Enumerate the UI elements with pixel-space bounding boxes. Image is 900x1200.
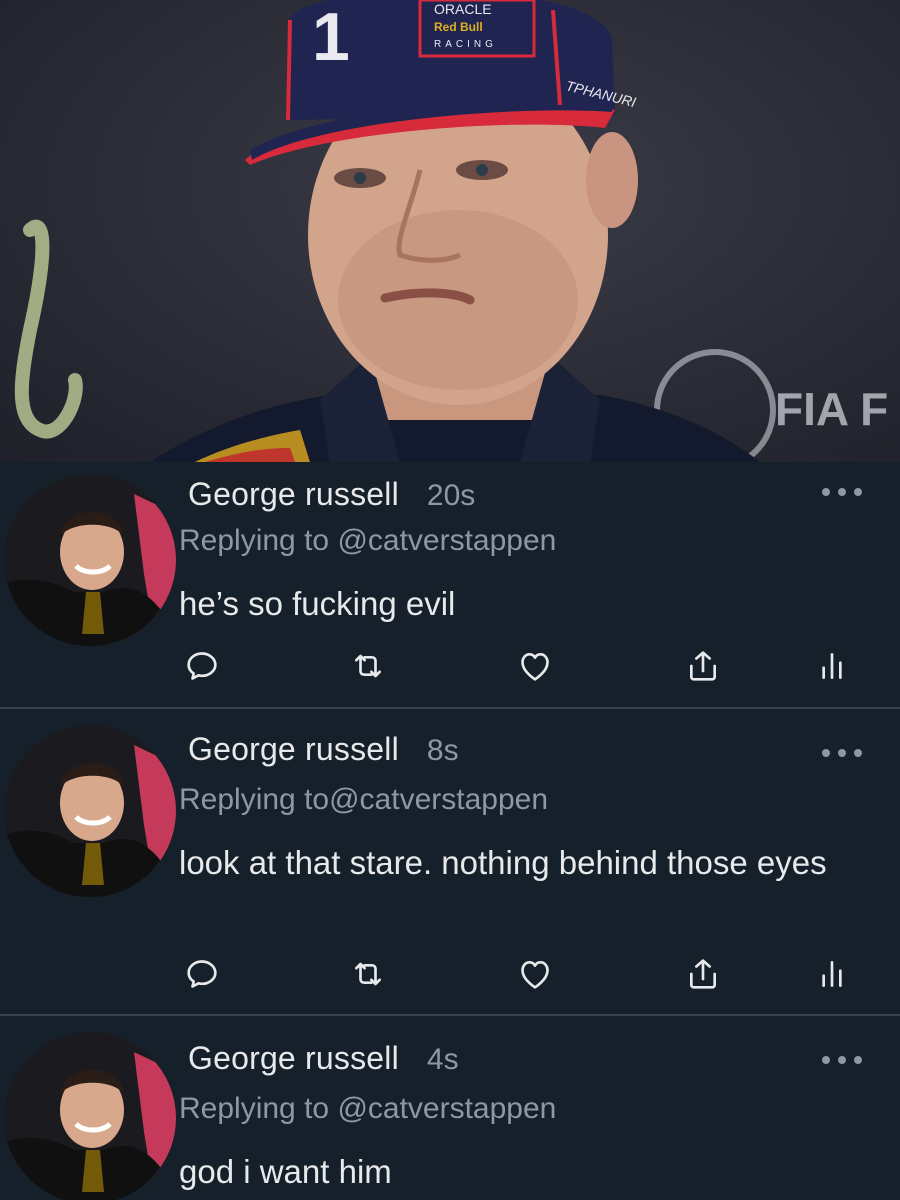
replying-to: Replying to @catverstappen — [179, 1092, 556, 1126]
more-icon[interactable] — [822, 1052, 862, 1068]
tweet-item[interactable]: George russell 4s Replying to @catversta… — [0, 1016, 900, 1200]
author-name[interactable]: George russell — [188, 731, 399, 768]
share-button[interactable] — [681, 952, 725, 996]
avatar-image — [4, 725, 176, 897]
replying-to: Replying to@catverstappen — [179, 783, 548, 817]
more-icon[interactable] — [822, 745, 862, 761]
share-icon — [690, 959, 716, 989]
tweet-item[interactable]: George russell 20s Replying to @catverst… — [0, 462, 900, 708]
tweet-time[interactable]: 8s — [427, 734, 459, 768]
cap-brand-bottom: RACING — [434, 39, 497, 50]
tweet-text: he’s so fucking evil — [179, 585, 456, 622]
tweet-actions — [0, 952, 900, 996]
reply-icon — [187, 960, 217, 988]
analytics-icon — [822, 653, 842, 679]
avatar-image — [4, 1032, 176, 1200]
tweet-item[interactable]: George russell 8s Replying to@catverstap… — [0, 709, 900, 1015]
like-button[interactable] — [513, 644, 557, 688]
share-button[interactable] — [681, 644, 725, 688]
heart-icon — [521, 653, 549, 681]
analytics-button[interactable] — [810, 644, 854, 688]
author-name[interactable]: George russell — [188, 1040, 399, 1077]
avatar[interactable] — [4, 725, 176, 897]
retweet-icon — [355, 654, 381, 678]
cap-brand-top: ORACLE — [434, 1, 492, 17]
reply-icon — [187, 652, 217, 680]
cap-number: 1 — [312, 0, 350, 75]
tweet-time[interactable]: 20s — [427, 479, 475, 513]
replying-prefix: Replying to — [179, 524, 330, 557]
tweet-header: George russell 8s — [188, 731, 459, 768]
replying-handle[interactable]: @catverstappen — [329, 783, 548, 816]
background-logo: FIA F — [775, 383, 888, 435]
reply-button[interactable] — [180, 952, 224, 996]
analytics-button[interactable] — [810, 952, 854, 996]
tweet-time[interactable]: 4s — [427, 1043, 459, 1077]
cap-brand-mid: Red Bull — [434, 20, 483, 34]
author-name[interactable]: George russell — [188, 476, 399, 513]
retweet-button[interactable] — [346, 952, 390, 996]
analytics-icon — [822, 961, 842, 987]
tweet-text: god i want him — [179, 1153, 392, 1190]
replying-handle[interactable]: @catverstappen — [337, 524, 556, 557]
retweet-button[interactable] — [346, 644, 390, 688]
like-button[interactable] — [513, 952, 557, 996]
tweet-text: look at that stare. nothing behind those… — [179, 844, 827, 881]
share-icon — [690, 651, 716, 681]
more-icon[interactable] — [822, 484, 862, 500]
replying-prefix: Replying to — [179, 783, 330, 816]
avatar-image — [4, 474, 176, 646]
avatar[interactable] — [4, 1032, 176, 1200]
photo-illustration: 1 ORACLE Red Bull RACING TPHANURI FIA F — [14, 0, 888, 462]
tweet-header: George russell 4s — [188, 1040, 459, 1077]
heart-icon — [521, 961, 549, 989]
tweet-actions — [0, 644, 900, 688]
tweet-header: George russell 20s — [188, 476, 475, 513]
replying-prefix: Replying to — [179, 1092, 330, 1125]
tweet-photo[interactable]: 1 ORACLE Red Bull RACING TPHANURI FIA F — [0, 0, 900, 462]
replying-to: Replying to @catverstappen — [179, 524, 556, 558]
retweet-icon — [355, 962, 381, 986]
replying-handle[interactable]: @catverstappen — [337, 1092, 556, 1125]
reply-button[interactable] — [180, 644, 224, 688]
avatar[interactable] — [4, 474, 176, 646]
